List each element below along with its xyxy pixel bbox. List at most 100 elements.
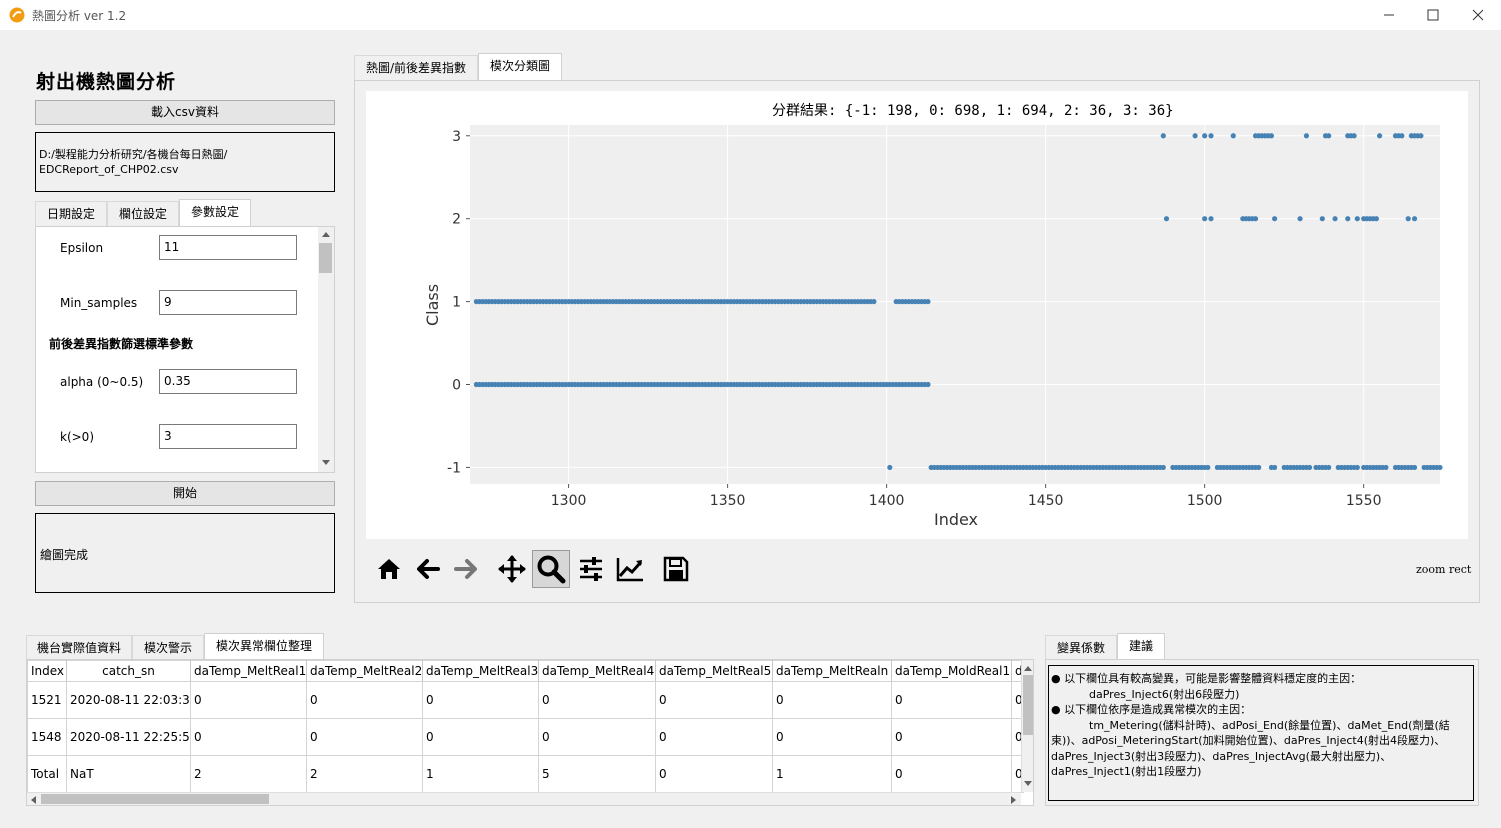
scroll-up-icon (1024, 666, 1032, 671)
x-axis-label: Index (934, 510, 978, 529)
floppy-disk-icon (663, 556, 689, 582)
cluster-scatter-chart: 1300 1350 1400 1450 1500 1550 -1 0 1 2 3 分群結果: {-1… (423, 103, 1443, 529)
tab-coefficient-of-variation[interactable]: 變異係數 (1045, 635, 1117, 660)
table-row[interactable]: Total NaT 2 2 1 5 0 1 0 0 (27, 755, 1024, 793)
table-cell[interactable]: 0 (655, 718, 773, 756)
pan-button[interactable] (493, 550, 531, 588)
x-tick-label: 1450 (1028, 493, 1064, 509)
data-point (1208, 216, 1214, 222)
table-vscroll-thumb[interactable] (1023, 675, 1033, 735)
load-csv-button[interactable]: 載入csv資料 (35, 100, 335, 125)
close-button[interactable] (1455, 0, 1501, 30)
y-tick-label: 0 (452, 378, 461, 394)
plot-area (470, 125, 1440, 484)
data-point (1272, 464, 1278, 471)
table-cell[interactable]: 2 (306, 755, 423, 793)
table-cell[interactable]: 0 (190, 681, 307, 719)
table-hscroll-thumb[interactable] (41, 794, 269, 804)
suggestions-text: ● 以下欄位具有較高變異，可能是影響整體資料穩定度的主因： daPres_Inj… (1048, 665, 1474, 801)
column-header[interactable]: daTemp_MeltRealn (772, 660, 892, 682)
y-tick-label: 3 (452, 129, 461, 145)
tab-suggestions[interactable]: 建議 (1117, 633, 1165, 660)
forward-button[interactable] (447, 550, 485, 588)
min-samples-input[interactable]: 9 (159, 290, 297, 315)
tab-abnormal-columns[interactable]: 模次異常欄位整理 (204, 633, 324, 660)
column-header[interactable]: daTemp_MeltReal2 (306, 660, 423, 682)
table-cell[interactable]: 1 (772, 755, 892, 793)
table-cell[interactable]: 0 (538, 718, 656, 756)
back-button[interactable] (409, 550, 447, 588)
data-point (1411, 464, 1418, 471)
table-cell[interactable]: 0 (891, 718, 1012, 756)
table-cell[interactable]: 0 (306, 681, 423, 719)
data-point (1354, 464, 1360, 471)
tab-cycle-alerts[interactable]: 模次警示 (132, 635, 204, 660)
suggestions-panel: ● 以下欄位具有較高變異，可能是影響整體資料穩定度的主因： daPres_Inj… (1045, 659, 1479, 806)
tab-date-settings[interactable]: 日期設定 (35, 201, 107, 226)
tab-heatmap[interactable]: 熱圖/前後差異指數 (354, 55, 478, 80)
table-cell[interactable]: NaT (66, 755, 191, 793)
epsilon-input[interactable]: 11 (159, 235, 297, 260)
tab-column-settings[interactable]: 欄位設定 (107, 201, 179, 226)
table-cell[interactable]: 1548 (27, 718, 67, 756)
table-cell[interactable]: 0 (422, 681, 539, 719)
y-tick-label: 2 (452, 212, 461, 228)
start-button[interactable]: 開始 (35, 481, 335, 506)
tab-machine-actual-data[interactable]: 機台實際值資料 (26, 635, 132, 660)
tab-parameter-settings[interactable]: 參數設定 (179, 199, 251, 226)
table-cell[interactable]: 0 (772, 718, 892, 756)
save-figure-button[interactable] (657, 550, 695, 588)
data-point (1351, 133, 1357, 139)
data-point (1268, 133, 1275, 139)
table-cell[interactable]: 2020-08-11 22:25:58 (66, 718, 191, 756)
edit-axes-button[interactable] (611, 550, 649, 588)
table-cell[interactable]: Total (27, 755, 67, 793)
data-point (1205, 464, 1211, 471)
column-header[interactable]: Index (27, 660, 67, 682)
title-bar: 熱圖分析 ver 1.2 (0, 0, 1501, 30)
table-cell[interactable]: 0 (655, 681, 773, 719)
table-cell[interactable]: 5 (538, 755, 656, 793)
column-header[interactable]: daTemp_MeltReal3 (422, 660, 539, 682)
parameter-scrollbar[interactable] (318, 227, 334, 472)
table-cell[interactable]: 0 (772, 681, 892, 719)
data-point (1332, 216, 1338, 222)
table-cell[interactable]: 0 (891, 681, 1012, 719)
alpha-label: alpha (0~0.5) (60, 375, 144, 389)
table-cell[interactable]: 0 (655, 755, 773, 793)
scroll-right-icon (1011, 796, 1016, 804)
column-header[interactable]: daTemp_MeltReal1 (190, 660, 307, 682)
alpha-input[interactable]: 0.35 (159, 369, 297, 394)
data-point (1272, 216, 1278, 222)
minimize-button[interactable] (1366, 0, 1412, 30)
column-header[interactable]: catch_sn (66, 660, 191, 682)
table-cell[interactable]: 0 (190, 718, 307, 756)
table-cell[interactable]: 2020-08-11 22:03:38 (66, 681, 191, 719)
table-row[interactable]: 1521 2020-08-11 22:03:38 0 0 0 0 0 0 0 0 (27, 681, 1024, 719)
zoom-button[interactable] (532, 550, 570, 588)
column-header[interactable]: daTemp_MeltReal5 (655, 660, 773, 682)
table-vertical-scrollbar[interactable] (1021, 660, 1033, 792)
data-point (871, 298, 877, 305)
table-row[interactable]: 1548 2020-08-11 22:25:58 0 0 0 0 0 0 0 0 (27, 718, 1024, 756)
x-tick-label: 1300 (551, 493, 587, 509)
tab-cluster-plot[interactable]: 模次分類圖 (478, 53, 562, 80)
maximize-button[interactable] (1410, 0, 1456, 30)
column-header[interactable]: daTemp_MeltReal4 (538, 660, 656, 682)
arrow-left-icon (417, 559, 440, 579)
line-chart-icon (616, 558, 643, 582)
table-cell[interactable]: 1521 (27, 681, 67, 719)
table-cell[interactable]: 0 (422, 718, 539, 756)
configure-subplots-button[interactable] (572, 550, 610, 588)
parameter-scroll-thumb[interactable] (319, 243, 332, 273)
table-cell[interactable]: 2 (190, 755, 307, 793)
table-cell[interactable]: 0 (891, 755, 1012, 793)
table-cell[interactable]: 1 (422, 755, 539, 793)
home-button[interactable] (370, 550, 408, 588)
table-cell[interactable]: 0 (538, 681, 656, 719)
table-horizontal-scrollbar[interactable] (27, 792, 1021, 805)
table-cell[interactable]: 0 (306, 718, 423, 756)
data-point (1208, 133, 1214, 139)
k-input[interactable]: 3 (159, 424, 297, 449)
column-header[interactable]: daTemp_MoldReal1 (891, 660, 1012, 682)
